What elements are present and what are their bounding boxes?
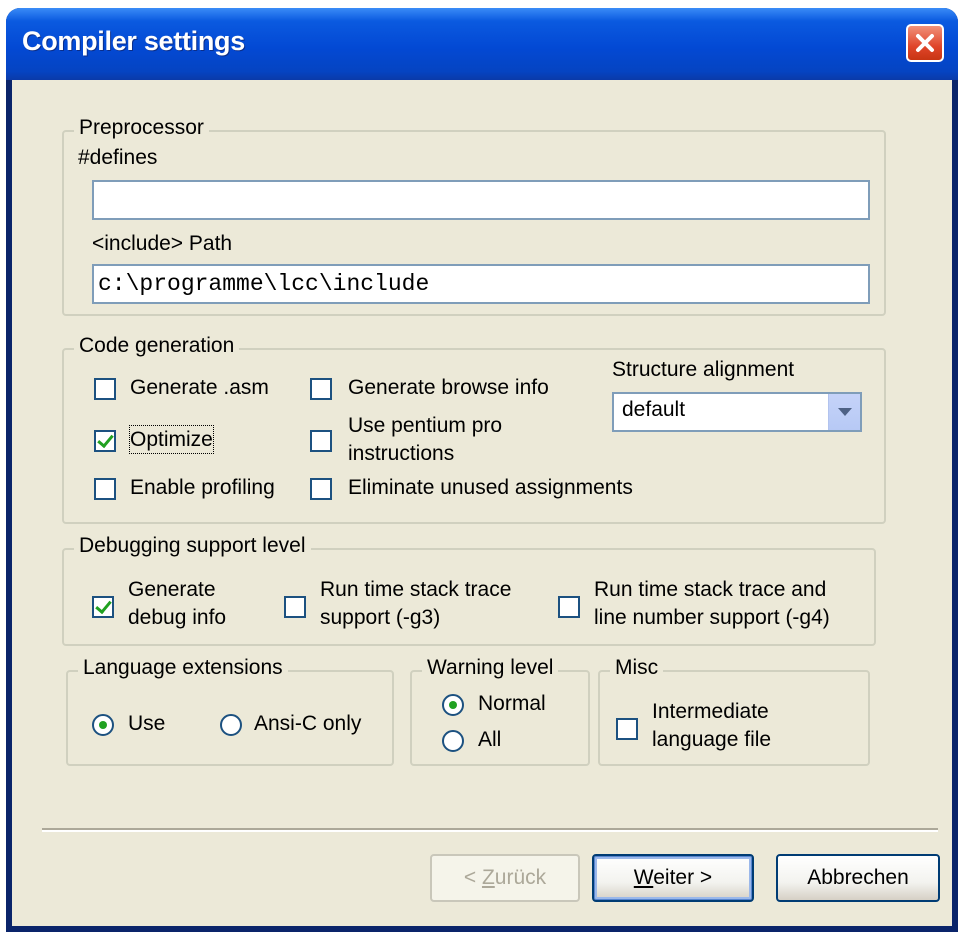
generate-asm-label[interactable]: Generate .asm	[130, 374, 269, 401]
line-number-label-line1[interactable]: Run time stack trace and	[594, 576, 826, 603]
normal-label[interactable]: Normal	[478, 690, 546, 717]
cancel-button[interactable]: Abbrechen	[776, 854, 940, 902]
warning-level-legend: Warning level	[422, 656, 559, 680]
line-number-label-line2[interactable]: line number support (-g4)	[594, 604, 830, 631]
generate-browse-info-checkbox[interactable]	[310, 378, 332, 400]
intermediate-label-line2[interactable]: language file	[652, 726, 771, 753]
all-label[interactable]: All	[478, 726, 501, 753]
eliminate-unused-checkbox[interactable]	[310, 478, 332, 500]
eliminate-unused-label[interactable]: Eliminate unused assignments	[348, 474, 633, 501]
title-bar[interactable]: Compiler settings	[6, 8, 958, 80]
dialog-body: Preprocessor #defines <include> Path c:\…	[12, 80, 952, 926]
language-extensions-group: Language extensions Use Ansi-C only	[66, 656, 394, 766]
code-generation-legend: Code generation	[74, 334, 240, 358]
button-separator	[42, 828, 938, 832]
all-radio[interactable]	[442, 730, 464, 752]
debugging-legend: Debugging support level	[74, 534, 311, 558]
optimize-label[interactable]: Optimize	[129, 425, 214, 454]
structure-alignment-value: default	[622, 398, 686, 421]
next-button-mnemonic: W	[633, 866, 654, 889]
debug-info-label-line1[interactable]: Generate	[128, 576, 216, 603]
generate-asm-checkbox[interactable]	[94, 378, 116, 400]
back-button-prefix: <	[463, 866, 482, 889]
use-label[interactable]: Use	[128, 710, 165, 737]
stack-trace-label-line2[interactable]: support (-g3)	[320, 604, 440, 631]
stack-trace-label-line1[interactable]: Run time stack trace	[320, 576, 511, 603]
misc-legend: Misc	[610, 656, 664, 680]
ansi-c-only-radio[interactable]	[220, 714, 242, 736]
structure-alignment-select[interactable]: default	[612, 392, 862, 432]
preprocessor-legend: Preprocessor	[74, 116, 209, 140]
use-radio[interactable]	[92, 714, 114, 736]
line-number-support-checkbox[interactable]	[558, 596, 580, 618]
warning-level-group: Warning level Normal All	[410, 656, 590, 766]
intermediate-language-checkbox[interactable]	[616, 718, 638, 740]
back-button[interactable]: < Zurück	[430, 854, 580, 902]
back-button-mnemonic: Z	[481, 866, 495, 889]
next-button-rest: eiter >	[653, 866, 713, 889]
next-button[interactable]: Weiter >	[592, 854, 754, 902]
stack-trace-checkbox[interactable]	[284, 596, 306, 618]
include-path-input[interactable]: c:\programme\lcc\include	[92, 264, 870, 304]
structure-alignment-label: Structure alignment	[612, 358, 795, 381]
pentium-pro-label-line2[interactable]: instructions	[348, 440, 454, 467]
close-icon	[916, 34, 934, 52]
enable-profiling-label[interactable]: Enable profiling	[130, 474, 275, 501]
preprocessor-group: Preprocessor #defines <include> Path c:\…	[62, 116, 886, 316]
defines-label: #defines	[78, 146, 158, 169]
window-title: Compiler settings	[22, 26, 245, 56]
normal-radio[interactable]	[442, 694, 464, 716]
pentium-pro-label-line1[interactable]: Use pentium pro	[348, 412, 502, 439]
back-button-rest: urück	[494, 866, 547, 889]
misc-group: Misc Intermediate language file	[598, 656, 870, 766]
debugging-group: Debugging support level Generate debug i…	[62, 534, 876, 646]
defines-input[interactable]	[92, 180, 870, 220]
close-button[interactable]	[906, 24, 944, 62]
generate-browse-info-label[interactable]: Generate browse info	[348, 374, 549, 401]
debug-info-label-line2[interactable]: debug info	[128, 604, 226, 631]
enable-profiling-checkbox[interactable]	[94, 478, 116, 500]
debug-info-checkbox[interactable]	[92, 596, 114, 618]
optimize-checkbox[interactable]	[94, 430, 116, 452]
code-generation-group: Code generation Generate .asm Generate b…	[62, 334, 886, 524]
pentium-pro-checkbox[interactable]	[310, 430, 332, 452]
ansi-c-only-label[interactable]: Ansi-C only	[254, 710, 361, 737]
dialog-window: Compiler settings Preprocessor #defines …	[6, 8, 958, 932]
chevron-down-icon[interactable]	[828, 394, 860, 430]
language-extensions-legend: Language extensions	[78, 656, 288, 680]
include-path-label: <include> Path	[92, 232, 233, 255]
intermediate-label-line1[interactable]: Intermediate	[652, 698, 769, 725]
